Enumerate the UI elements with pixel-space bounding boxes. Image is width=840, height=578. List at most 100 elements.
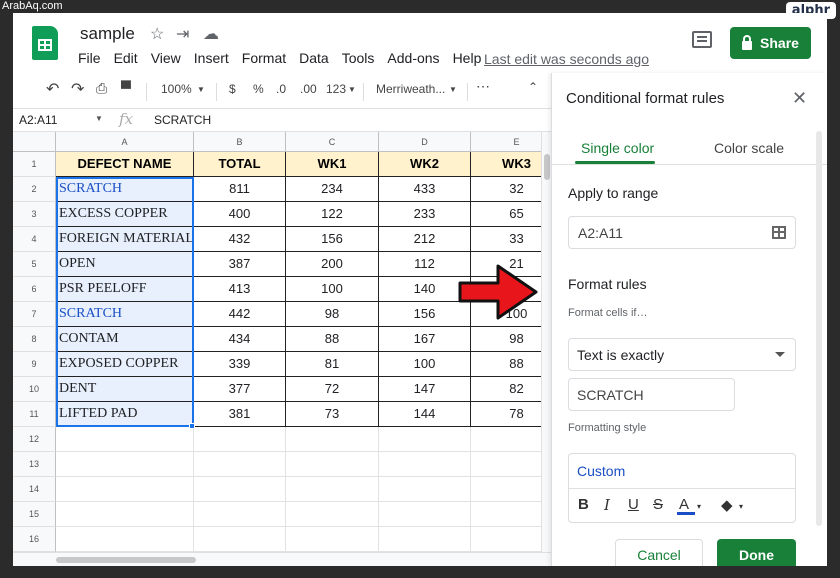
row-header[interactable]: 11 bbox=[13, 402, 56, 427]
row-header[interactable]: 8 bbox=[13, 327, 56, 352]
last-edit-link[interactable]: Last edit was seconds ago bbox=[484, 51, 649, 67]
more-options-icon[interactable]: ⋯ bbox=[476, 78, 490, 95]
menu-insert[interactable]: Insert bbox=[194, 50, 229, 66]
table-cell[interactable] bbox=[471, 452, 541, 477]
table-cell[interactable]: 73 bbox=[286, 402, 379, 427]
horizontal-scroll-thumb[interactable] bbox=[56, 557, 196, 563]
table-cell[interactable] bbox=[379, 427, 471, 452]
font-select[interactable]: Merriweath... bbox=[376, 82, 445, 96]
table-cell[interactable] bbox=[471, 502, 541, 527]
table-cell[interactable] bbox=[379, 452, 471, 477]
table-cell[interactable]: 400 bbox=[194, 202, 286, 227]
table-cell[interactable] bbox=[56, 502, 194, 527]
menu-view[interactable]: View bbox=[151, 50, 181, 66]
table-cell[interactable] bbox=[286, 502, 379, 527]
menu-addons[interactable]: Add-ons bbox=[387, 50, 439, 66]
text-color-button[interactable]: A bbox=[679, 496, 689, 513]
column-header-c[interactable]: C bbox=[286, 132, 379, 152]
tab-color-scale[interactable]: Color scale bbox=[714, 140, 784, 156]
select-all-corner[interactable] bbox=[13, 132, 56, 152]
fill-color-icon[interactable]: ◆ bbox=[721, 496, 733, 514]
table-cell[interactable]: 434 bbox=[194, 327, 286, 352]
move-folder-icon[interactable]: ⇥ bbox=[176, 24, 189, 44]
select-range-icon[interactable] bbox=[772, 226, 786, 239]
table-cell[interactable] bbox=[194, 502, 286, 527]
comment-history-icon[interactable] bbox=[692, 31, 712, 48]
table-cell[interactable] bbox=[56, 452, 194, 477]
table-cell[interactable]: 72 bbox=[286, 377, 379, 402]
row-header[interactable]: 6 bbox=[13, 277, 56, 302]
row-header[interactable]: 3 bbox=[13, 202, 56, 227]
table-cell[interactable]: 339 bbox=[194, 352, 286, 377]
underline-button[interactable]: U bbox=[628, 496, 639, 513]
table-cell[interactable]: 98 bbox=[286, 302, 379, 327]
table-cell[interactable]: 233 bbox=[379, 202, 471, 227]
table-cell[interactable]: LIFTED PAD bbox=[56, 402, 194, 427]
column-header-d[interactable]: D bbox=[379, 132, 471, 152]
table-cell[interactable]: FOREIGN MATERIAL bbox=[56, 227, 194, 252]
table-cell[interactable] bbox=[194, 427, 286, 452]
vertical-scroll-thumb[interactable] bbox=[544, 154, 550, 180]
row-header[interactable]: 5 bbox=[13, 252, 56, 277]
row-header[interactable]: 15 bbox=[13, 502, 56, 527]
cloud-saved-icon[interactable]: ☁ bbox=[203, 24, 219, 44]
table-cell[interactable]: 811 bbox=[194, 177, 286, 202]
tab-single-color[interactable]: Single color bbox=[581, 140, 654, 156]
redo-icon[interactable]: ↷ bbox=[71, 79, 84, 99]
table-cell[interactable]: CONTAM bbox=[56, 327, 194, 352]
condition-value-input[interactable]: SCRATCH bbox=[568, 378, 735, 411]
row-header[interactable]: 13 bbox=[13, 452, 56, 477]
table-cell[interactable]: 81 bbox=[286, 352, 379, 377]
bold-button[interactable]: B bbox=[578, 496, 589, 513]
menu-file[interactable]: File bbox=[78, 50, 101, 66]
cancel-button[interactable]: Cancel bbox=[615, 539, 703, 566]
table-cell[interactable]: 433 bbox=[379, 177, 471, 202]
header-cell[interactable]: DEFECT NAME bbox=[56, 152, 194, 177]
collapse-toolbar-icon[interactable]: ⌃ bbox=[528, 80, 538, 94]
table-cell[interactable] bbox=[56, 477, 194, 502]
table-cell[interactable]: 377 bbox=[194, 377, 286, 402]
font-dropdown-icon[interactable]: ▼ bbox=[449, 85, 457, 94]
row-header[interactable]: 7 bbox=[13, 302, 56, 327]
table-cell[interactable]: 100 bbox=[379, 352, 471, 377]
table-cell[interactable]: 147 bbox=[379, 377, 471, 402]
name-box[interactable]: A2:A11 bbox=[19, 113, 57, 127]
table-cell[interactable]: SCRATCH bbox=[56, 302, 194, 327]
table-cell[interactable]: 212 bbox=[379, 227, 471, 252]
italic-button[interactable]: I bbox=[604, 496, 610, 514]
table-cell[interactable] bbox=[286, 427, 379, 452]
percent-button[interactable]: % bbox=[253, 82, 264, 96]
menu-help[interactable]: Help bbox=[453, 50, 482, 66]
table-cell[interactable] bbox=[471, 477, 541, 502]
panel-scrollbar[interactable] bbox=[816, 131, 822, 526]
table-cell[interactable]: 200 bbox=[286, 252, 379, 277]
decrease-decimal-button[interactable]: .0 bbox=[276, 82, 286, 96]
spreadsheet-grid[interactable]: A B C D E 1 DEFECT NAME TOTAL WK1 WK2 WK3 2 SCR… bbox=[13, 132, 541, 552]
table-cell[interactable]: 33 bbox=[471, 227, 541, 252]
row-header[interactable]: 4 bbox=[13, 227, 56, 252]
header-cell[interactable]: WK2 bbox=[379, 152, 471, 177]
row-header[interactable]: 16 bbox=[13, 527, 56, 552]
vertical-scrollbar[interactable] bbox=[541, 132, 551, 552]
row-header[interactable]: 12 bbox=[13, 427, 56, 452]
table-cell[interactable] bbox=[286, 452, 379, 477]
table-cell[interactable] bbox=[194, 477, 286, 502]
row-header[interactable]: 14 bbox=[13, 477, 56, 502]
table-cell[interactable]: 387 bbox=[194, 252, 286, 277]
zoom-dropdown-icon[interactable]: ▼ bbox=[197, 85, 205, 94]
table-cell[interactable]: 442 bbox=[194, 302, 286, 327]
text-color-dropdown-icon[interactable]: ▾ bbox=[697, 502, 701, 511]
row-header[interactable]: 9 bbox=[13, 352, 56, 377]
table-cell[interactable]: 100 bbox=[286, 277, 379, 302]
table-cell[interactable]: 98 bbox=[471, 327, 541, 352]
range-input[interactable]: A2:A11 bbox=[568, 216, 796, 249]
close-icon[interactable]: ✕ bbox=[792, 88, 807, 109]
column-header-b[interactable]: B bbox=[194, 132, 286, 152]
table-cell[interactable]: 234 bbox=[286, 177, 379, 202]
sheets-logo-icon[interactable] bbox=[32, 26, 58, 60]
table-cell[interactable]: SCRATCH bbox=[56, 177, 194, 202]
table-cell[interactable] bbox=[194, 452, 286, 477]
table-cell[interactable]: 144 bbox=[379, 402, 471, 427]
menu-format[interactable]: Format bbox=[242, 50, 286, 66]
table-cell[interactable] bbox=[379, 477, 471, 502]
